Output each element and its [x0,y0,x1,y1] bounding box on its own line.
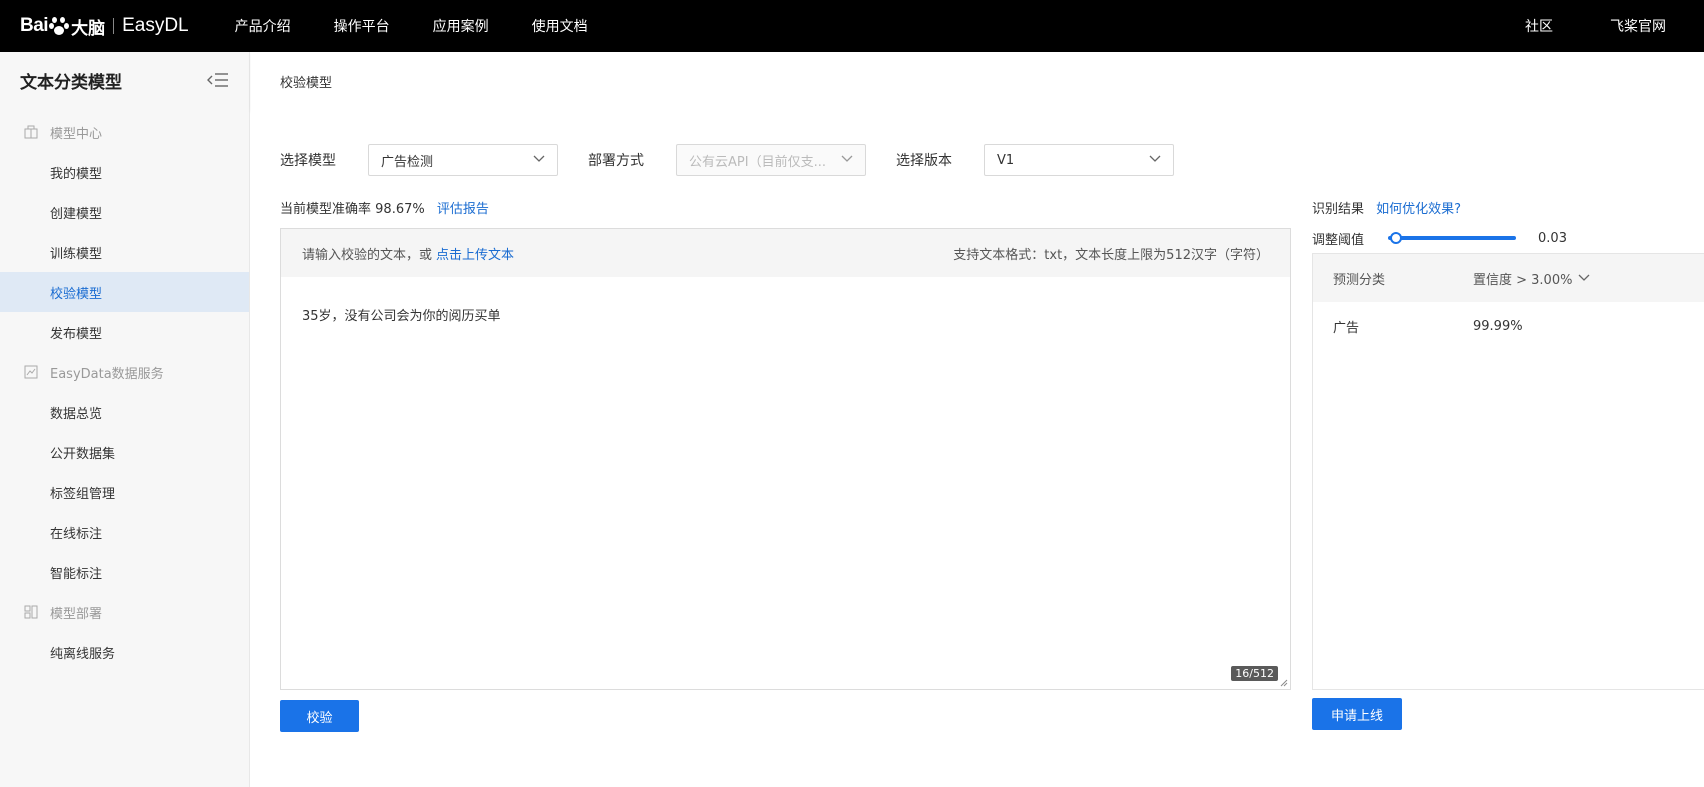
chevron-down-icon [1149,155,1161,162]
deployment-icon [24,605,38,619]
sidebar: 文本分类模型 模型中心 我的模型 创建模型 训练模型 校验模型 发布模型 Eas… [0,52,250,787]
optimize-tips-link[interactable]: 如何优化效果? [1376,202,1461,217]
slider-handle[interactable] [1389,232,1402,244]
table-row: 广告 99.99% [1313,302,1704,350]
sidebar-item-verify-model[interactable]: 校验模型 [0,272,249,312]
sidebar-item-my-models[interactable]: 我的模型 [0,152,249,192]
baidu-paw-icon [49,16,70,36]
verify-text-box: 请输入校验的文本，或 点击上传文本 支持文本格式：txt，文本长度上限为512汉… [280,228,1291,690]
sidebar-item-offline-service[interactable]: 纯离线服务 [0,632,249,672]
accuracy-value: 98.67% [375,202,425,217]
model-select-label: 选择模型 [280,153,336,169]
main-content: 选择模型 广告检测 部署方式 公有云API（目前仅支... 选择版本 V1 当前… [251,110,1704,787]
result-header: 识别结果 如何优化效果? [1312,198,1461,217]
input-prompt: 请输入校验的文本，或 [302,247,433,263]
data-service-icon [24,365,38,379]
accuracy-label: 当前模型准确率 [280,202,372,217]
threshold-control: 调整阈值 0.03 [1312,228,1567,248]
version-select-value: V1 [997,152,1015,168]
col-confidence-header: 置信度 > 3.00% [1473,272,1573,288]
selector-row: 选择模型 广告检测 部署方式 公有云API（目前仅支... 选择版本 V1 [280,144,1204,176]
nav-paddle-site[interactable]: 飞桨官网 [1610,16,1666,36]
result-title: 识别结果 [1312,202,1365,217]
verify-button[interactable]: 校验 [280,700,359,732]
sidebar-item-online-labeling[interactable]: 在线标注 [0,512,249,552]
top-navigation-bar: Bai 大脑 EasyDL 产品介绍 操作平台 应用案例 使用文档 社区 飞桨官… [0,0,1704,52]
logo-bai-text: Bai [20,15,49,36]
sidebar-group-model-center: 模型中心 [0,112,249,152]
apply-online-button[interactable]: 申请上线 [1312,698,1402,730]
sidebar-group-label: 模型部署 [50,606,103,622]
model-select-value: 广告检测 [381,154,434,170]
sidebar-item-train-model[interactable]: 训练模型 [0,232,249,272]
format-hint: 支持文本格式：txt，文本长度上限为512汉字（字符） [953,247,1269,263]
text-box-header: 请输入校验的文本，或 点击上传文本 支持文本格式：txt，文本长度上限为512汉… [281,229,1290,277]
model-center-icon [24,125,38,139]
collapse-sidebar-icon[interactable] [207,72,229,88]
deploy-select-value: 公有云API（目前仅支... [689,154,826,170]
threshold-value: 0.03 [1538,230,1567,246]
accuracy-row: 当前模型准确率 98.67% 评估报告 [280,198,489,217]
version-select-label: 选择版本 [896,153,952,169]
result-table-header: 预测分类 置信度 > 3.00% [1313,254,1704,302]
sidebar-item-label-groups[interactable]: 标签组管理 [0,472,249,512]
result-table: 预测分类 置信度 > 3.00% 广告 99.99% [1312,253,1704,690]
nav-cases[interactable]: 应用案例 [433,16,489,36]
nav-console[interactable]: 操作平台 [334,16,390,36]
deploy-select-label: 部署方式 [588,153,644,169]
resize-handle-icon[interactable] [1280,679,1288,687]
sidebar-title: 文本分类模型 [0,52,249,108]
sidebar-group-easydata: EasyData数据服务 [0,352,249,392]
threshold-label: 调整阈值 [1312,232,1365,248]
chevron-down-icon [841,155,853,162]
sidebar-group-deployment: 模型部署 [0,592,249,632]
breadcrumb-current: 校验模型 [280,75,333,91]
result-category: 广告 [1333,320,1360,336]
sidebar-item-data-overview[interactable]: 数据总览 [0,392,249,432]
sidebar-group-label: EasyData数据服务 [50,366,164,382]
evaluation-report-link[interactable]: 评估报告 [437,202,489,217]
chevron-down-icon [533,155,545,162]
sidebar-title-text: 文本分类模型 [20,72,122,93]
version-select[interactable]: V1 [984,144,1174,176]
threshold-slider[interactable] [1388,232,1517,244]
right-nav: 社区 飞桨官网 [1468,16,1666,36]
nav-product-intro[interactable]: 产品介绍 [235,16,291,36]
verify-text-input[interactable]: 35岁，没有公司会为你的阅历买单 [281,277,1290,689]
breadcrumb: 校验模型 [251,52,1704,110]
sidebar-item-create-model[interactable]: 创建模型 [0,192,249,232]
col-category-header: 预测分类 [1333,272,1386,288]
deploy-select[interactable]: 公有云API（目前仅支... [676,144,866,176]
main-nav: 产品介绍 操作平台 应用案例 使用文档 [235,16,631,36]
logo-product-text: EasyDL [122,15,189,36]
chevron-down-icon [1579,274,1590,281]
sidebar-item-publish-model[interactable]: 发布模型 [0,312,249,352]
logo-divider [113,18,115,34]
sidebar-item-public-datasets[interactable]: 公开数据集 [0,432,249,472]
nav-docs[interactable]: 使用文档 [532,16,588,36]
sidebar-group-label: 模型中心 [50,126,103,142]
char-counter: 16/512 [1231,666,1278,681]
logo-du-text: 大脑 [71,18,106,39]
upload-text-link[interactable]: 点击上传文本 [436,244,514,263]
baidu-easydl-logo[interactable]: Bai 大脑 EasyDL [20,0,189,52]
nav-community[interactable]: 社区 [1525,16,1553,36]
confidence-filter-dropdown[interactable]: 置信度 > 3.00% [1473,269,1590,288]
sidebar-item-smart-labeling[interactable]: 智能标注 [0,552,249,592]
model-select[interactable]: 广告检测 [368,144,558,176]
result-confidence: 99.99% [1473,318,1523,334]
